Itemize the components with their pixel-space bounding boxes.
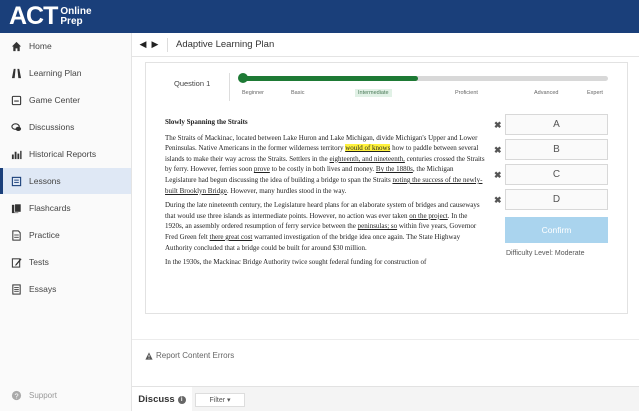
content-divider (132, 339, 639, 340)
lesson-icon (11, 176, 22, 187)
eliminate-a-icon[interactable]: ✖ (494, 120, 502, 131)
answer-choice-d[interactable]: D (505, 189, 608, 210)
sidebar-item-discussions[interactable]: Discussions (0, 114, 131, 140)
eliminate-b-icon[interactable]: ✖ (494, 145, 502, 156)
breadcrumb: ◀ ▶ Adaptive Learning Plan (132, 33, 639, 57)
sidebar-item-historical-reports[interactable]: Historical Reports (0, 141, 131, 167)
sidebar-item-label: Essays (29, 284, 57, 294)
sidebar-item-game-center[interactable]: Game Center (0, 87, 131, 113)
sidebar-item-tests[interactable]: Tests (0, 249, 131, 275)
sidebar: Home Learning Plan Game Center Discussio… (0, 33, 132, 411)
sidebar-item-learning-plan[interactable]: Learning Plan (0, 60, 131, 86)
level-proficient: Proficient (455, 90, 478, 96)
passage-paragraph-3: In the 1930s, the Mackinac Bridge Author… (165, 258, 427, 267)
reading-passage: Slowly Spanning the Straits The Straits … (165, 117, 485, 307)
level-beginner: Beginner (242, 90, 265, 96)
eliminate-c-icon[interactable]: ✖ (494, 170, 502, 181)
passage-paragraph-1: The Straits of Mackinac, located between… (165, 133, 485, 197)
chat-icon (11, 122, 22, 133)
sidebar-item-lessons[interactable]: Lessons (0, 168, 131, 194)
essay-icon (11, 283, 22, 295)
highlighted-phrase[interactable]: would of knows (345, 144, 391, 153)
act-logo[interactable]: ACT Online Prep (9, 4, 92, 29)
passage-text: to be costly in both lives and money. (269, 165, 376, 174)
sidebar-item-label: Flashcards (29, 203, 71, 213)
underlined-phrase[interactable]: prove (254, 165, 270, 173)
answer-choice-c[interactable]: C (505, 164, 608, 185)
sidebar-item-essays[interactable]: Essays (0, 276, 131, 302)
flashcards-icon (11, 203, 22, 214)
sidebar-item-label: Historical Reports (29, 149, 97, 159)
logo-line1: Online (60, 5, 92, 17)
passage-title: Slowly Spanning the Straits (165, 118, 248, 126)
underlined-phrase[interactable]: there great cost (210, 233, 253, 241)
answer-choice-b[interactable]: B (505, 139, 608, 160)
question-divider (229, 73, 230, 101)
answer-choice-a[interactable]: A (505, 114, 608, 135)
sidebar-item-label: Tests (29, 257, 49, 267)
logo-line2: Prep (60, 15, 83, 27)
svg-text:?: ? (14, 391, 18, 400)
top-header: ACT Online Prep (0, 0, 639, 33)
info-icon[interactable]: i (177, 395, 186, 404)
tab-discuss[interactable]: Discuss i (132, 387, 192, 412)
level-basic: Basic (291, 90, 305, 96)
page-title: Adaptive Learning Plan (176, 39, 275, 50)
passage-paragraph-2: During the late nineteenth century, the … (165, 200, 485, 253)
sidebar-item-label: Practice (29, 230, 60, 240)
logo-brand: ACT (9, 2, 58, 30)
sidebar-item-practice[interactable]: Practice (0, 222, 131, 248)
report-content-errors-link[interactable]: Report Content Errors (145, 351, 234, 360)
difficulty-level: Difficulty Level: Moderate (506, 250, 585, 257)
report-label: Report Content Errors (156, 351, 235, 360)
breadcrumb-divider (167, 37, 168, 52)
sidebar-item-label: Lessons (29, 176, 61, 186)
logo-subtitle: Online Prep (60, 5, 92, 27)
confirm-button[interactable]: Confirm (505, 217, 608, 243)
document-icon (11, 229, 22, 241)
passage-text: . However, many hurdles stood in the way… (226, 186, 347, 195)
forward-arrow-icon[interactable]: ▶ (149, 39, 161, 50)
level-intermediate: Intermediate (355, 89, 392, 97)
underlined-phrase[interactable]: By the 1880s (376, 165, 413, 173)
underlined-phrase[interactable]: on the project (409, 212, 448, 220)
warning-icon (145, 351, 153, 360)
level-expert: Expert (587, 90, 603, 96)
progress-start-knob (238, 73, 248, 83)
sidebar-item-label: Game Center (29, 95, 81, 105)
eliminate-d-icon[interactable]: ✖ (494, 195, 502, 206)
underlined-phrase[interactable]: peninsulas; so (358, 222, 397, 230)
support-link[interactable]: ? Support (11, 390, 57, 401)
home-icon (11, 41, 22, 52)
pencil-icon (11, 257, 22, 268)
filter-dropdown[interactable]: Filter ▾ (195, 393, 245, 407)
road-icon (11, 68, 22, 79)
bar-chart-icon (11, 149, 22, 160)
sidebar-item-home[interactable]: Home (0, 33, 131, 59)
gamepad-icon (11, 95, 22, 106)
sidebar-item-label: Home (29, 41, 52, 51)
level-advanced: Advanced (534, 90, 559, 96)
discuss-label: Discuss (138, 394, 175, 405)
support-label: Support (29, 391, 58, 400)
discussion-bar: Discuss i Filter ▾ (132, 386, 639, 412)
level-progress-fill (242, 76, 418, 81)
sidebar-item-label: Learning Plan (29, 68, 82, 78)
question-card: Question 1 Beginner Basic Intermediate P… (145, 62, 628, 314)
help-icon: ? (11, 390, 22, 401)
question-number: Question 1 (174, 79, 211, 88)
sidebar-item-label: Discussions (29, 122, 75, 132)
sidebar-item-flashcards[interactable]: Flashcards (0, 195, 131, 221)
back-arrow-icon[interactable]: ◀ (137, 39, 149, 50)
underlined-phrase[interactable]: eighteenth, and nineteenth, (329, 155, 404, 163)
